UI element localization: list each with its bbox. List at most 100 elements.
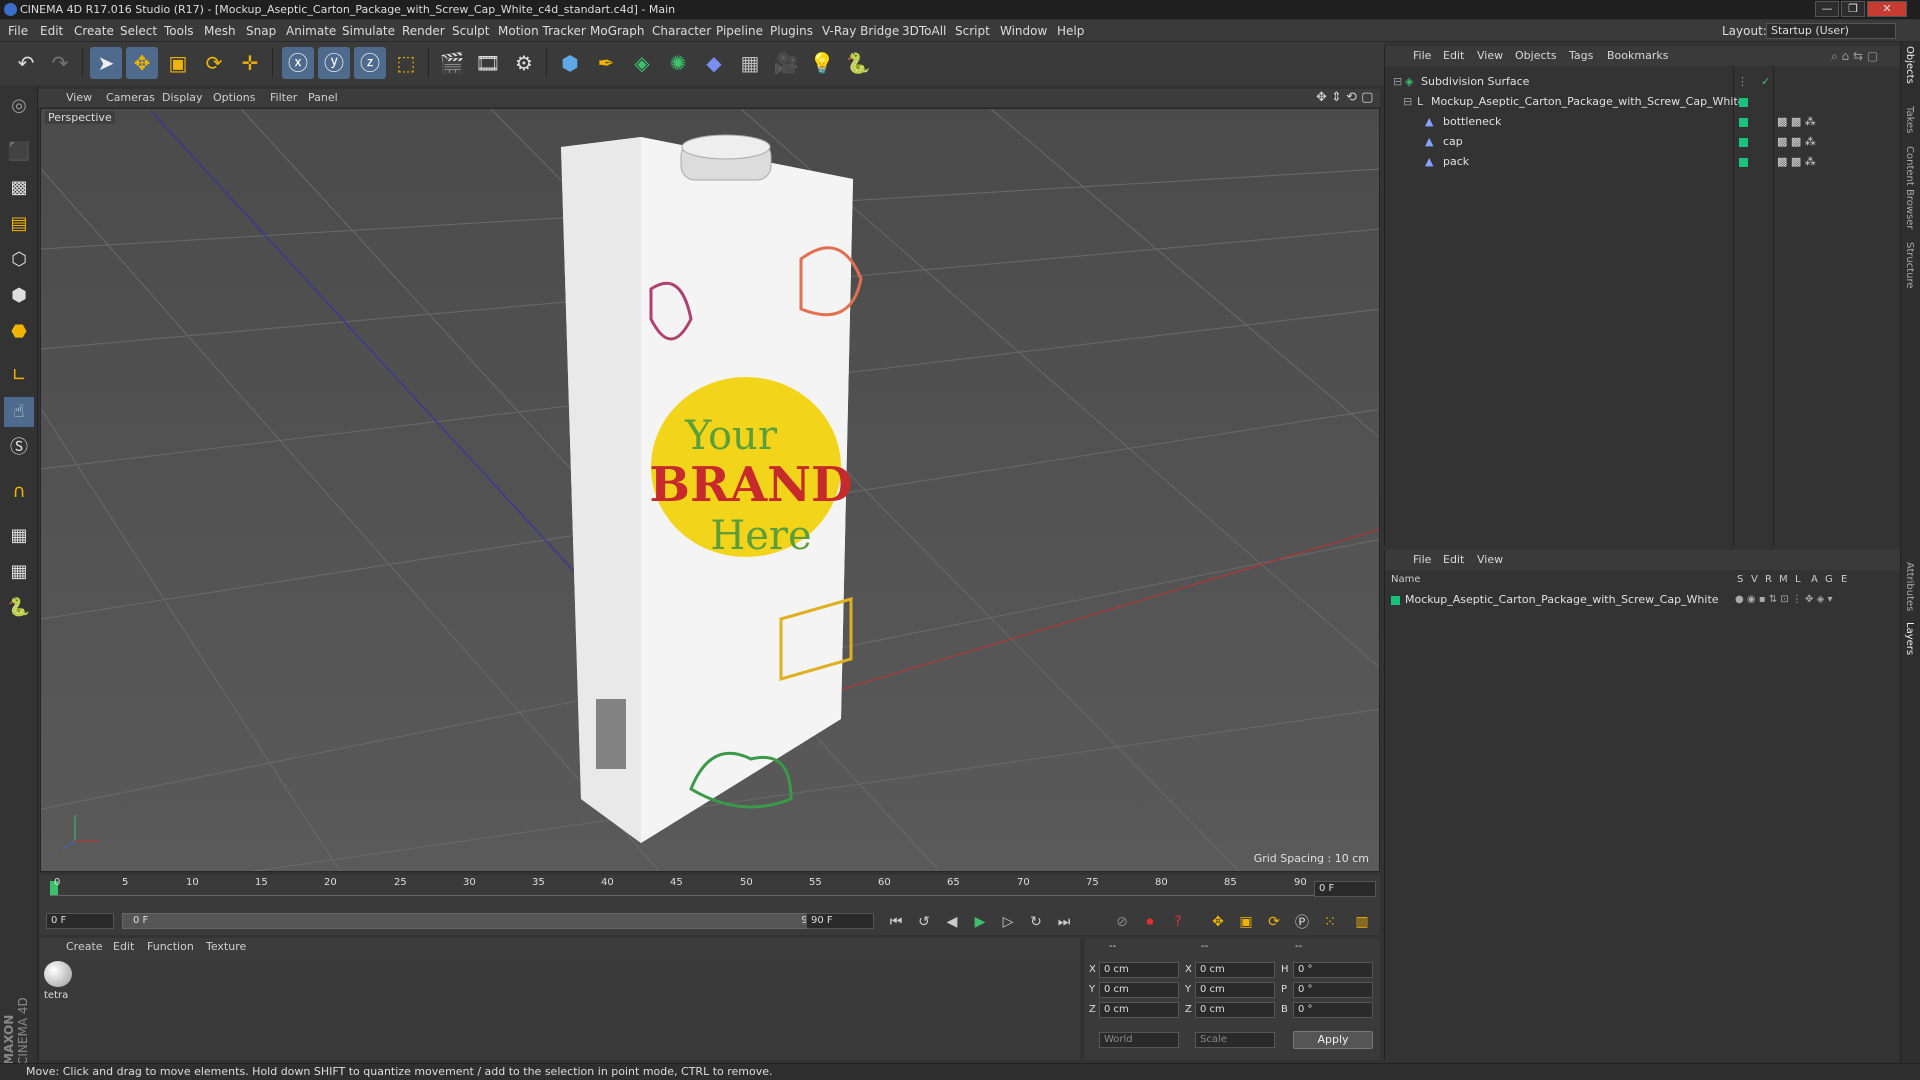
material-name[interactable]: tetra <box>44 990 68 1001</box>
make-editable-icon[interactable]: ◎ <box>4 91 34 121</box>
material-menu-create[interactable]: Create <box>66 938 103 956</box>
rotation-b-field[interactable]: 0 ° <box>1293 1002 1373 1018</box>
enabled-check-icon[interactable]: ✓ <box>1761 72 1770 92</box>
texture-mode-icon[interactable]: ▩ <box>4 173 34 203</box>
size-mode-select[interactable]: Scale <box>1195 1032 1275 1048</box>
next-frame-icon[interactable]: ▷ <box>996 911 1020 933</box>
rotate-tool-icon[interactable]: ⟳ <box>198 47 230 79</box>
object-menu-view[interactable]: View <box>1477 46 1503 66</box>
position-x-field[interactable]: 0 cm <box>1099 962 1179 978</box>
size-x-field[interactable]: 0 cm <box>1195 962 1275 978</box>
viewport-menu-display[interactable]: Display <box>162 89 203 107</box>
menu-plugins[interactable]: Plugins <box>770 20 813 42</box>
size-z-field[interactable]: 0 cm <box>1195 1002 1275 1018</box>
menu-create[interactable]: Create <box>74 20 114 42</box>
menu-snap[interactable]: Snap <box>246 20 276 42</box>
tab-objects[interactable]: Objects <box>1904 46 1915 84</box>
object-name[interactable]: bottleneck <box>1443 112 1501 132</box>
coordinate-system-icon[interactable]: ⬚ <box>390 47 422 79</box>
play-forward-icon[interactable]: ▶ <box>968 911 992 933</box>
object-menu-tags[interactable]: Tags <box>1569 46 1593 66</box>
menu-help[interactable]: Help <box>1057 20 1084 42</box>
viewport-menu-filter[interactable]: Filter <box>270 89 297 107</box>
move-tool-icon[interactable]: ✥ <box>126 47 158 79</box>
tweak-mode-icon[interactable]: ☝ <box>4 397 34 427</box>
rotation-p-field[interactable]: 0 ° <box>1293 982 1373 998</box>
scale-tool-icon[interactable]: ▣ <box>162 47 194 79</box>
visibility-icon[interactable]: ⋮ <box>1737 72 1748 92</box>
object-menu-edit[interactable]: Edit <box>1443 46 1464 66</box>
go-to-end-icon[interactable]: ⏭ <box>1052 911 1076 933</box>
rotation-h-field[interactable]: 0 ° <box>1293 962 1373 978</box>
menu-3dtoall[interactable]: 3DToAll <box>902 20 946 42</box>
redo-icon[interactable]: ↷ <box>44 47 76 79</box>
preview-range-slider[interactable]: 0 F 90 F <box>122 913 838 929</box>
key-pla-icon[interactable]: ⁙ <box>1318 911 1342 933</box>
size-y-field[interactable]: 0 cm <box>1195 982 1275 998</box>
material-tag-icon[interactable]: ▩ ▩ ⁂ <box>1777 112 1816 132</box>
recent-tools-icon[interactable]: ✛ <box>234 47 266 79</box>
object-name[interactable]: Mockup_Aseptic_Carton_Package_with_Screw… <box>1431 92 1745 112</box>
menu-mograph[interactable]: MoGraph <box>590 20 645 42</box>
deformer-icon[interactable]: ◆ <box>698 47 730 79</box>
menu-character[interactable]: Character <box>652 20 711 42</box>
coordinate-space-select[interactable]: World <box>1099 1032 1179 1048</box>
menu-vray-bridge[interactable]: V-Ray Bridge <box>822 20 899 42</box>
subdivision-surface-icon[interactable]: ◈ <box>626 47 658 79</box>
viewport-menu-cameras[interactable]: Cameras <box>106 89 155 107</box>
key-rotation-icon[interactable]: ⟳ <box>1262 911 1286 933</box>
edit-render-settings-icon[interactable]: ⚙ <box>508 47 540 79</box>
cube-object-icon[interactable]: ⬢ <box>554 47 586 79</box>
workplane-lock-icon[interactable]: ▦ <box>4 521 34 551</box>
current-frame-field[interactable]: 0 F <box>1314 881 1376 897</box>
object-row-subdivision-surface[interactable]: ⊟ ◈ Subdivision Surface ⋮ ✓ <box>1385 72 1901 92</box>
render-picture-viewer-icon[interactable]: 🎞 <box>472 47 504 79</box>
model-mode-icon[interactable]: ⬛ <box>4 137 34 167</box>
object-name[interactable]: Subdivision Surface <box>1421 72 1529 92</box>
material-menu-texture[interactable]: Texture <box>206 938 246 956</box>
edges-mode-icon[interactable]: ⬢ <box>4 281 34 311</box>
viewport-menu-panel[interactable]: Panel <box>308 89 338 107</box>
end-frame-field[interactable]: 90 F <box>806 913 874 929</box>
apply-button[interactable]: Apply <box>1293 1031 1373 1049</box>
object-name[interactable]: pack <box>1443 152 1469 172</box>
axis-mode-icon[interactable]: ∟ <box>4 361 34 391</box>
maximize-button[interactable]: ❐ <box>1841 1 1865 17</box>
layer-row[interactable]: Mockup_Aseptic_Carton_Package_with_Screw… <box>1385 590 1901 610</box>
x-axis-lock-icon[interactable]: ⓧ <box>282 47 314 79</box>
object-name[interactable]: cap <box>1443 132 1463 152</box>
points-mode-icon[interactable]: ⬡ <box>4 245 34 275</box>
light-object-icon[interactable]: 💡 <box>806 47 838 79</box>
perspective-viewport[interactable]: Your BRAND Here Perspective Grid Spacing… <box>40 108 1380 872</box>
python-icon[interactable]: 🐍 <box>4 593 34 623</box>
layer-menu-edit[interactable]: Edit <box>1443 550 1464 570</box>
previous-frame-icon[interactable]: ◀ <box>940 911 964 933</box>
tab-content-browser[interactable]: Content Browser <box>1904 146 1915 229</box>
position-z-field[interactable]: 0 cm <box>1099 1002 1179 1018</box>
material-menu-function[interactable]: Function <box>147 938 194 956</box>
timeline-layout-icon[interactable]: ▥ <box>1350 911 1374 933</box>
collapse-icon[interactable]: ⊟ <box>1403 92 1412 112</box>
keyframe-selection-icon[interactable]: ? <box>1166 911 1190 933</box>
layer-menu-file[interactable]: File <box>1413 550 1431 570</box>
workplane-mode-icon[interactable]: ▤ <box>4 209 34 239</box>
object-row-cap[interactable]: ▲ cap ▩ ▩ ⁂ <box>1385 132 1901 152</box>
material-tag-icon[interactable]: ▩ ▩ ⁂ <box>1777 152 1816 172</box>
tab-structure[interactable]: Structure <box>1904 242 1915 289</box>
close-button[interactable]: ✕ <box>1867 1 1907 17</box>
autokey-icon[interactable]: ⏺ <box>1138 911 1162 933</box>
spline-pen-icon[interactable]: ✒ <box>590 47 622 79</box>
menu-render[interactable]: Render <box>402 20 445 42</box>
object-row-pack[interactable]: ▲ pack ▩ ▩ ⁂ <box>1385 152 1901 172</box>
live-selection-icon[interactable]: ➤ <box>90 47 122 79</box>
timeline-ruler[interactable]: 0 5 10 15 20 25 30 35 40 45 50 55 60 65 … <box>40 875 1380 907</box>
layer-name[interactable]: Mockup_Aseptic_Carton_Package_with_Screw… <box>1405 590 1719 610</box>
y-axis-lock-icon[interactable]: ⓨ <box>318 47 350 79</box>
object-row-mockup[interactable]: ⊟ L Mockup_Aseptic_Carton_Package_with_S… <box>1385 92 1901 112</box>
object-row-bottleneck[interactable]: ▲ bottleneck ▩ ▩ ⁂ <box>1385 112 1901 132</box>
menu-select[interactable]: Select <box>120 20 157 42</box>
go-to-start-icon[interactable]: ⏮ <box>884 911 908 933</box>
menu-simulate[interactable]: Simulate <box>342 20 395 42</box>
next-key-icon[interactable]: ↻ <box>1024 911 1048 933</box>
z-axis-lock-icon[interactable]: ⓩ <box>354 47 386 79</box>
